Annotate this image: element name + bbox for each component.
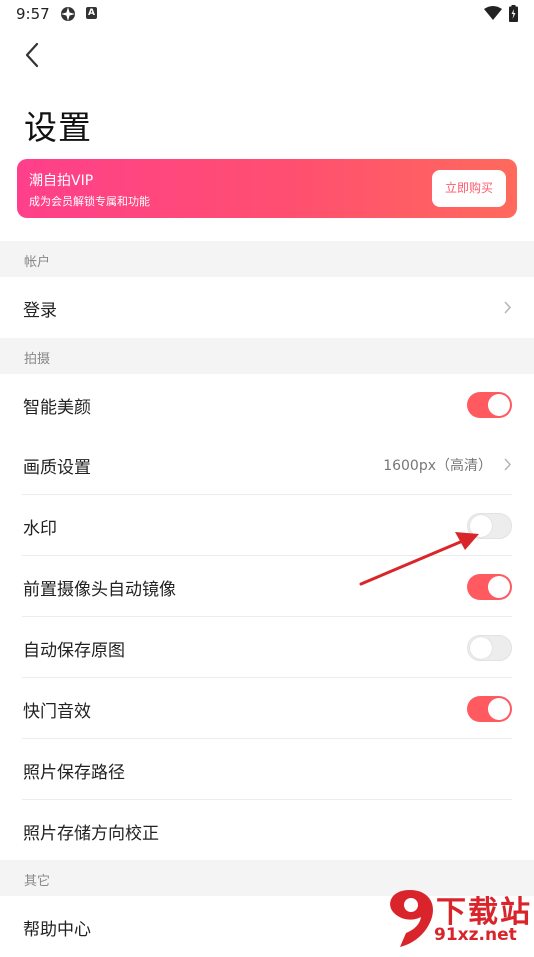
shutter-sound-toggle[interactable] <box>467 696 512 722</box>
buy-now-button[interactable]: 立即购买 <box>432 170 506 207</box>
site-logo-icon <box>390 890 434 947</box>
section-label: 帐户 <box>24 255 51 270</box>
toggle-knob <box>488 698 510 720</box>
settings-row-login[interactable]: 登录 <box>0 277 534 338</box>
settings-row-save-path[interactable]: 照片保存路径 <box>0 739 534 800</box>
section-header-account: 帐户 <box>0 241 534 277</box>
settings-row-save-original[interactable]: 自动保存原图 <box>0 617 534 678</box>
site-watermark: 下载站 91xz.net <box>380 885 534 950</box>
battery-icon <box>509 5 518 22</box>
row-label: 快门音效 <box>23 702 91 722</box>
row-label: 自动保存原图 <box>23 641 125 661</box>
section-header-shooting: 拍摄 <box>0 338 534 374</box>
toggle-knob <box>488 576 510 598</box>
watermark-domain: 91xz.net <box>434 925 517 945</box>
row-label: 帮助中心 <box>23 920 91 940</box>
chevron-right-icon <box>504 458 512 471</box>
row-label: 水印 <box>23 519 57 539</box>
settings-row-quality[interactable]: 画质设置 1600px（高清） <box>0 434 534 495</box>
save-original-toggle[interactable] <box>467 635 512 661</box>
vip-title: 潮自拍VIP <box>29 173 94 189</box>
annotation-arrow-icon <box>359 532 479 586</box>
vip-banner[interactable]: 潮自拍VIP 成为会员解锁专属和功能 立即购买 <box>17 159 517 218</box>
toggle-knob <box>488 394 510 416</box>
section-label: 拍摄 <box>24 352 51 367</box>
status-bar: 9:57 A <box>0 0 534 30</box>
notification-a-icon: A <box>86 7 97 19</box>
chevron-right-icon <box>504 301 512 314</box>
quality-value: 1600px（高清） <box>383 458 492 474</box>
settings-row-shutter-sound[interactable]: 快门音效 <box>0 678 534 739</box>
row-label: 画质设置 <box>23 458 91 478</box>
back-arrow-icon[interactable] <box>20 40 48 70</box>
page-title: 设置 <box>24 108 92 147</box>
row-label: 智能美颜 <box>23 398 91 418</box>
settings-row-smart-beauty[interactable]: 智能美颜 <box>0 374 534 435</box>
row-label: 照片保存路径 <box>23 763 125 783</box>
vip-subtitle: 成为会员解锁专属和功能 <box>29 195 150 208</box>
status-time: 9:57 <box>16 5 50 23</box>
wifi-icon <box>484 6 502 20</box>
row-label: 登录 <box>23 301 57 321</box>
section-label: 其它 <box>24 874 51 889</box>
app-notification-icon <box>61 7 75 21</box>
settings-row-orientation[interactable]: 照片存储方向校正 <box>0 800 534 861</box>
smart-beauty-toggle[interactable] <box>467 392 512 418</box>
toggle-knob <box>470 637 492 659</box>
row-label: 前置摄像头自动镜像 <box>23 580 176 600</box>
row-label: 照片存储方向校正 <box>23 824 159 844</box>
